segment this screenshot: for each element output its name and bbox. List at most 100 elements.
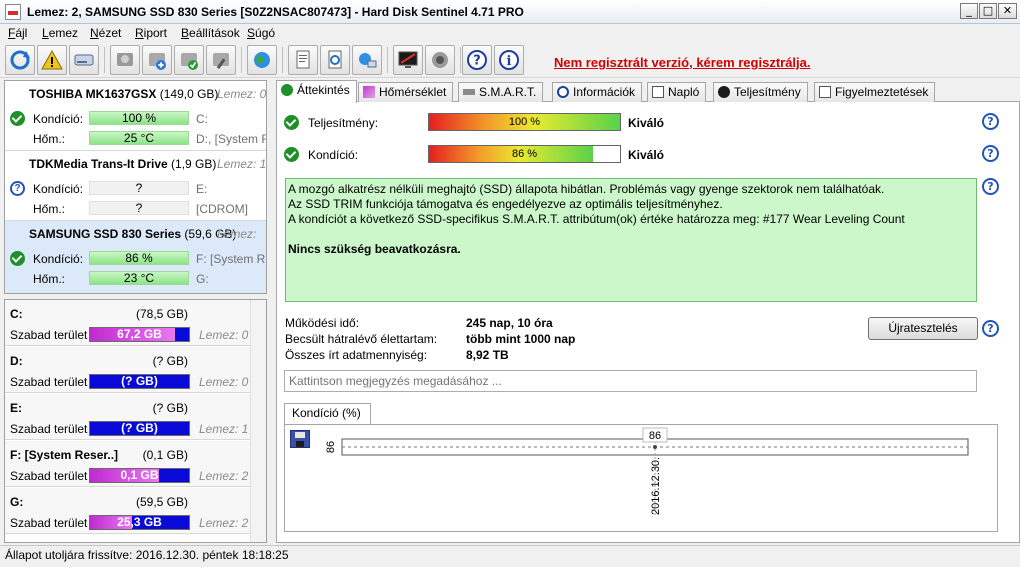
partition-disk-index: Lemez: 0: [199, 328, 249, 342]
menu-file[interactable]: Fájl: [8, 26, 27, 40]
temperature-label: Hőm.:: [33, 202, 66, 216]
data-label: 86: [649, 430, 661, 442]
free-space-bar: 0,1 GB: [89, 468, 190, 483]
disk-name: TOSHIBA MK1637GSX (149,0 GB): [29, 87, 219, 101]
description-line: A mozgó alkatrész nélküli meghajtó (SSD)…: [288, 182, 885, 196]
tab-alerts[interactable]: Figyelmeztetések: [814, 82, 936, 102]
partition-scrollbar[interactable]: [250, 300, 266, 542]
maximize-button[interactable]: □: [979, 3, 997, 19]
menu-view[interactable]: Nézet: [90, 26, 121, 40]
action-text: Nincs szükség beavatkozásra.: [288, 242, 461, 256]
retest-help-icon[interactable]: ?: [982, 320, 999, 337]
partition-item-c[interactable]: C: (78,5 GB) Szabad terület 67,2 GB Leme…: [5, 300, 266, 346]
disk-index: Lemez: 0: [217, 87, 267, 101]
free-space-label: Szabad terület: [10, 422, 88, 436]
free-space-bar: 25,3 GB: [89, 515, 190, 530]
app-icon[interactable]: [5, 4, 21, 20]
help-icon[interactable]: ?: [462, 45, 492, 75]
temperature-label: Hőm.:: [33, 272, 66, 286]
globe-icon[interactable]: [247, 45, 277, 75]
note-input[interactable]: [284, 370, 977, 392]
tab-performance[interactable]: Teljesítmény: [713, 82, 808, 102]
disk-item-samsung[interactable]: SAMSUNG SSD 830 Series (59,6 GB) Lemez: …: [5, 221, 266, 293]
monitor-icon[interactable]: [393, 45, 423, 75]
menu-settings[interactable]: Beállítások: [181, 26, 240, 40]
close-button[interactable]: ✕: [998, 3, 1017, 19]
hdd-ok-icon[interactable]: [174, 45, 204, 75]
temperature-value: 23 °C: [89, 271, 189, 285]
tab-log[interactable]: Napló: [647, 82, 707, 102]
partition-disk-index: Lemez: 2: [199, 469, 249, 483]
drive-letters: D:, [System R: [196, 132, 267, 146]
partition-size: (59,5 GB): [135, 495, 188, 509]
partition-item-f[interactable]: F: [System Reser..] (0,1 GB) Szabad terü…: [5, 441, 266, 487]
condition-help-icon[interactable]: ?: [982, 145, 999, 162]
total-written-label: Összes írt adatmennyiség:: [285, 348, 428, 362]
drive-letters: [CDROM]: [196, 202, 248, 216]
data-point: [653, 445, 657, 449]
log-icon: [652, 86, 664, 98]
disk-index: Lemez:: [217, 227, 257, 241]
condition-value: 100 %: [89, 111, 189, 125]
info-icon[interactable]: i: [494, 45, 524, 75]
description-help-icon[interactable]: ?: [982, 178, 999, 195]
report-refresh-icon[interactable]: [320, 45, 350, 75]
info-icon: [557, 86, 569, 98]
tab-smart[interactable]: S.M.A.R.T.: [458, 82, 544, 102]
health-description: A mozgó alkatrész nélküli meghajtó (SSD)…: [285, 178, 977, 302]
minimize-button[interactable]: _: [960, 3, 978, 19]
menu-help[interactable]: Súgó: [247, 26, 275, 40]
report-icon[interactable]: [288, 45, 318, 75]
drive-letters: F: [System Res: [196, 252, 266, 266]
tab-temperature[interactable]: Hőmérséklet: [358, 82, 454, 102]
tab-overview[interactable]: Áttekintés: [276, 80, 357, 103]
partition-item-e[interactable]: E: (? GB) Szabad terület (? GB) Lemez: 1: [5, 394, 266, 440]
partition-disk-index: Lemez: 1: [199, 422, 249, 436]
uptime-label: Működési idő:: [285, 316, 360, 330]
performance-bar: 100 %: [428, 113, 621, 131]
disk-list: TOSHIBA MK1637GSX (149,0 GB) Lemez: 0 Ko…: [4, 80, 267, 294]
disk-item-tdkmedia[interactable]: TDKMedia Trans-It Drive (1,9 GB) Lemez: …: [5, 151, 266, 221]
performance-help-icon[interactable]: ?: [982, 113, 999, 130]
y-tick-label: 86: [325, 441, 337, 453]
disk-index: Lemez: 1: [217, 157, 267, 171]
partition-item-d[interactable]: D: (? GB) Szabad terület (? GB) Lemez: 0: [5, 347, 266, 393]
free-space-label: Szabad terület: [10, 516, 88, 530]
disk-item-toshiba[interactable]: TOSHIBA MK1637GSX (149,0 GB) Lemez: 0 Ko…: [5, 81, 266, 151]
condition-ok-icon: [284, 147, 299, 162]
condition-label: Kondíció:: [33, 182, 84, 196]
free-space-bar: (? GB): [89, 374, 190, 389]
tab-info[interactable]: Információk: [552, 82, 643, 102]
partition-item-g[interactable]: G: (59,5 GB) Szabad terület 25,3 GB Leme…: [5, 488, 266, 534]
smart-icon: [463, 89, 475, 95]
temperature-value: 25 °C: [89, 131, 189, 145]
free-space-label: Szabad terület: [10, 328, 88, 342]
condition-label: Kondíció:: [308, 148, 359, 162]
network-icon[interactable]: [352, 45, 382, 75]
chart-tab-condition[interactable]: Kondíció (%): [284, 403, 371, 424]
warning-icon[interactable]: [37, 45, 67, 75]
hdd-add-icon[interactable]: [142, 45, 172, 75]
disk-icon[interactable]: [69, 45, 99, 75]
free-space-bar: (? GB): [89, 421, 190, 436]
refresh-icon[interactable]: [5, 45, 35, 75]
menu-report[interactable]: Riport: [135, 26, 167, 40]
ok-check-icon: [10, 251, 25, 266]
retest-button[interactable]: Újratesztelés: [868, 317, 978, 340]
hdd-gray-icon[interactable]: [110, 45, 140, 75]
speaker-icon[interactable]: [425, 45, 455, 75]
total-written-value: 8,92 TB: [466, 348, 509, 362]
hdd-tool-icon[interactable]: [206, 45, 236, 75]
performance-ok-icon: [284, 115, 299, 130]
condition-label: Kondíció:: [33, 112, 84, 126]
alerts-icon: [819, 86, 831, 98]
speed-icon: [718, 86, 730, 98]
disk-name: SAMSUNG SSD 830 Series (59,6 GB): [29, 227, 237, 241]
menu-disk[interactable]: Lemez: [42, 26, 78, 40]
description-line: A kondíciót a következő SSD-specifikus S…: [288, 212, 905, 226]
ok-check-icon: [10, 111, 25, 126]
save-chart-icon[interactable]: [290, 430, 310, 448]
registration-link[interactable]: Nem regisztrált verzió, kérem regisztrál…: [554, 55, 811, 70]
drive-letters: E:: [196, 182, 208, 196]
remaining-life-label: Becsült hátralévő élettartam:: [285, 332, 438, 346]
